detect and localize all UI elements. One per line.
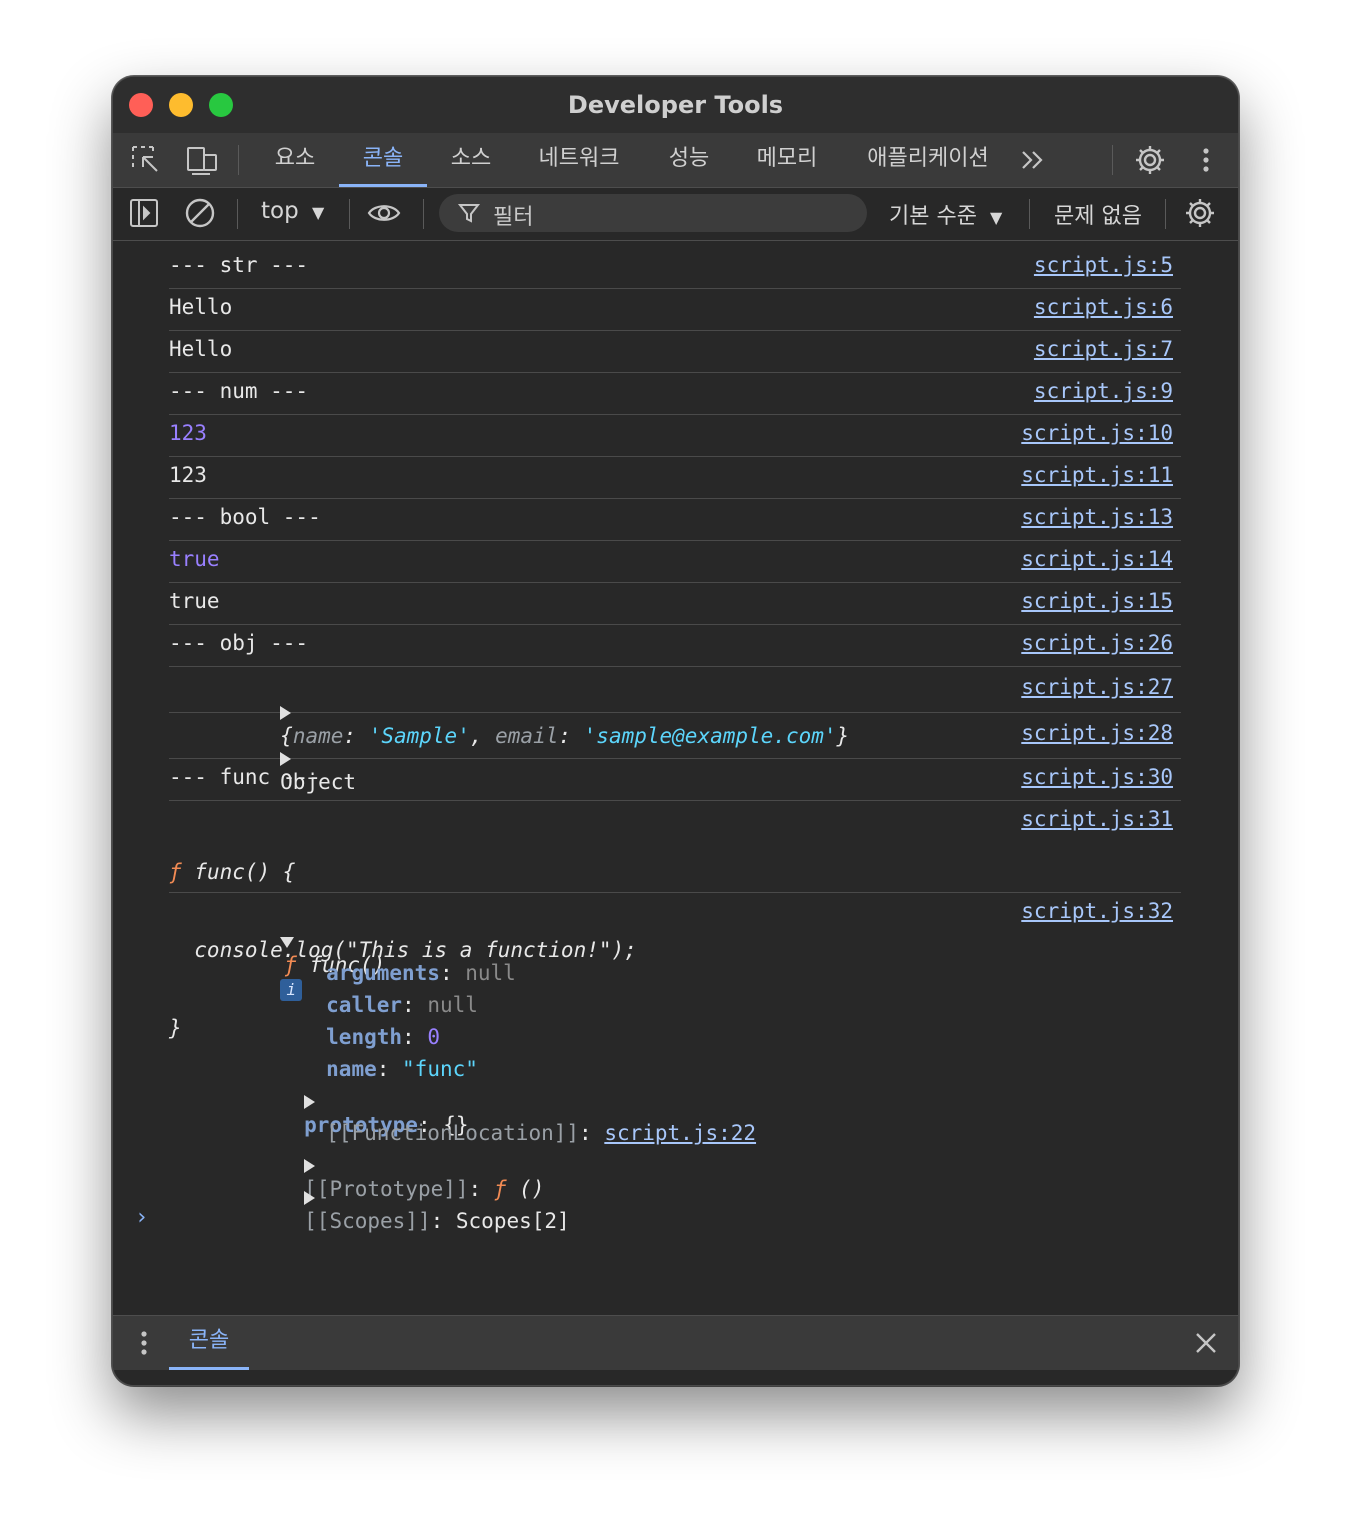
function-line: func() { — [194, 860, 296, 884]
source-link[interactable]: script.js:10 — [1021, 421, 1173, 445]
message-text: --- func --- — [169, 765, 321, 789]
inspect-element-icon[interactable] — [129, 143, 163, 177]
console-output: --- str --- script.js:5 Hello script.js:… — [113, 241, 1238, 1315]
source-link[interactable]: script.js:13 — [1021, 505, 1173, 529]
issues-counter[interactable]: 문제 없음 — [1054, 198, 1142, 230]
console-settings-gear-icon[interactable] — [1183, 196, 1217, 230]
filter-funnel-icon — [457, 201, 481, 225]
title-bar: Developer Tools — [113, 77, 1238, 133]
message-boolean: true — [169, 547, 220, 571]
console-message: 123 script.js:11 — [169, 457, 1181, 499]
more-options-kebab-icon[interactable] — [1189, 143, 1223, 177]
dropdown-arrow-icon: ▼ — [312, 203, 325, 222]
source-link[interactable]: script.js:32 — [1021, 899, 1173, 923]
source-link[interactable]: script.js:7 — [1034, 337, 1173, 361]
message-text: --- obj --- — [169, 631, 309, 655]
dropdown-arrow-icon: ▼ — [989, 208, 1003, 227]
console-message: true script.js:15 — [169, 583, 1181, 625]
console-function-expanded: ƒ func() i script.js:32 arguments: null … — [169, 893, 1181, 1233]
source-link[interactable]: script.js:15 — [1021, 589, 1173, 613]
tab-sources[interactable]: 소스 — [439, 133, 503, 187]
devtools-window: Developer Tools 요소 콘솔 소스 네트워크 성능 메모리 애플리… — [112, 76, 1239, 1386]
live-expression-eye-icon[interactable] — [367, 196, 401, 230]
message-text: --- str --- — [169, 253, 309, 277]
tab-application[interactable]: 애플리케이션 — [855, 133, 1001, 187]
sidebar-toggle-icon[interactable] — [127, 196, 161, 230]
tab-performance[interactable]: 성능 — [657, 133, 721, 187]
tab-memory[interactable]: 메모리 — [745, 133, 829, 187]
function-location-link[interactable]: script.js:22 — [604, 1121, 756, 1145]
prop-key: [[Scopes]] — [304, 1209, 431, 1233]
console-object-message: {name: 'Sample', email: 'sample@example.… — [169, 667, 1181, 748]
source-link[interactable]: script.js:30 — [1021, 765, 1173, 789]
message-number: 123 — [169, 421, 207, 445]
console-message: --- bool --- script.js:13 — [169, 499, 1181, 541]
clear-console-icon[interactable] — [183, 196, 217, 230]
console-message: 123 script.js:10 — [169, 415, 1181, 457]
message-text: --- bool --- — [169, 505, 321, 529]
console-message: --- num --- script.js:9 — [169, 373, 1181, 415]
console-message: true script.js:14 — [169, 541, 1181, 583]
tab-elements[interactable]: 요소 — [263, 133, 327, 187]
log-level-label: 기본 수준 — [889, 204, 977, 229]
source-link[interactable]: script.js:28 — [1021, 721, 1173, 745]
source-link[interactable]: script.js:31 — [1021, 807, 1173, 831]
context-selector[interactable]: top ▼ — [261, 198, 324, 224]
message-text: Hello — [169, 337, 233, 361]
source-link[interactable]: script.js:27 — [1021, 675, 1173, 699]
message-text: Hello — [169, 295, 233, 319]
source-link[interactable]: script.js:11 — [1021, 463, 1173, 487]
drawer-menu-kebab-icon[interactable] — [127, 1326, 161, 1360]
source-link[interactable]: script.js:5 — [1034, 253, 1173, 277]
message-text: --- num --- — [169, 379, 309, 403]
console-message: --- str --- script.js:5 — [169, 241, 1181, 289]
console-message: --- func --- script.js:30 — [169, 759, 1181, 801]
message-text: true — [169, 589, 220, 613]
close-drawer-icon[interactable] — [1189, 1326, 1223, 1360]
console-object-message: Object script.js:28 — [169, 713, 1181, 794]
prop-row[interactable]: [[Scopes]]: Scopes[2] — [203, 1161, 570, 1257]
tab-console[interactable]: 콘솔 — [339, 133, 427, 187]
source-link[interactable]: script.js:6 — [1034, 295, 1173, 319]
console-prompt-chevron-icon[interactable]: › — [135, 1205, 148, 1230]
window-bottom-edge — [113, 1370, 1238, 1385]
tab-network[interactable]: 네트워크 — [525, 133, 633, 187]
drawer-tab-bar: 콘솔 — [113, 1315, 1238, 1371]
prop-value: Scopes[2] — [455, 1209, 570, 1233]
source-link[interactable]: script.js:14 — [1021, 547, 1173, 571]
more-tabs-chevron-icon[interactable] — [1017, 143, 1051, 177]
panel-tab-bar: 요소 콘솔 소스 네트워크 성능 메모리 애플리케이션 — [113, 133, 1238, 188]
device-toolbar-icon[interactable] — [185, 143, 219, 177]
console-message: Hello script.js:7 — [169, 331, 1181, 373]
console-message: --- obj --- script.js:26 — [169, 625, 1181, 667]
expand-arrow-icon[interactable] — [304, 1191, 316, 1205]
drawer-tab-console[interactable]: 콘솔 — [169, 1316, 249, 1370]
log-level-selector[interactable]: 기본 수준 ▼ — [889, 198, 1002, 230]
context-label: top — [261, 198, 299, 224]
source-link[interactable]: script.js:26 — [1021, 631, 1173, 655]
filter-placeholder: 필터 — [493, 205, 534, 230]
console-function-message: ƒ func() { console.log("This is a functi… — [169, 801, 1181, 1040]
console-toolbar: top ▼ 필터 기본 수준 ▼ 문제 없음 — [113, 188, 1238, 241]
message-text: 123 — [169, 463, 207, 487]
settings-gear-icon[interactable] — [1133, 143, 1167, 177]
filter-input[interactable]: 필터 — [439, 194, 867, 232]
console-message: Hello script.js:6 — [169, 289, 1181, 331]
source-link[interactable]: script.js:9 — [1034, 379, 1173, 403]
window-title: Developer Tools — [567, 91, 784, 119]
